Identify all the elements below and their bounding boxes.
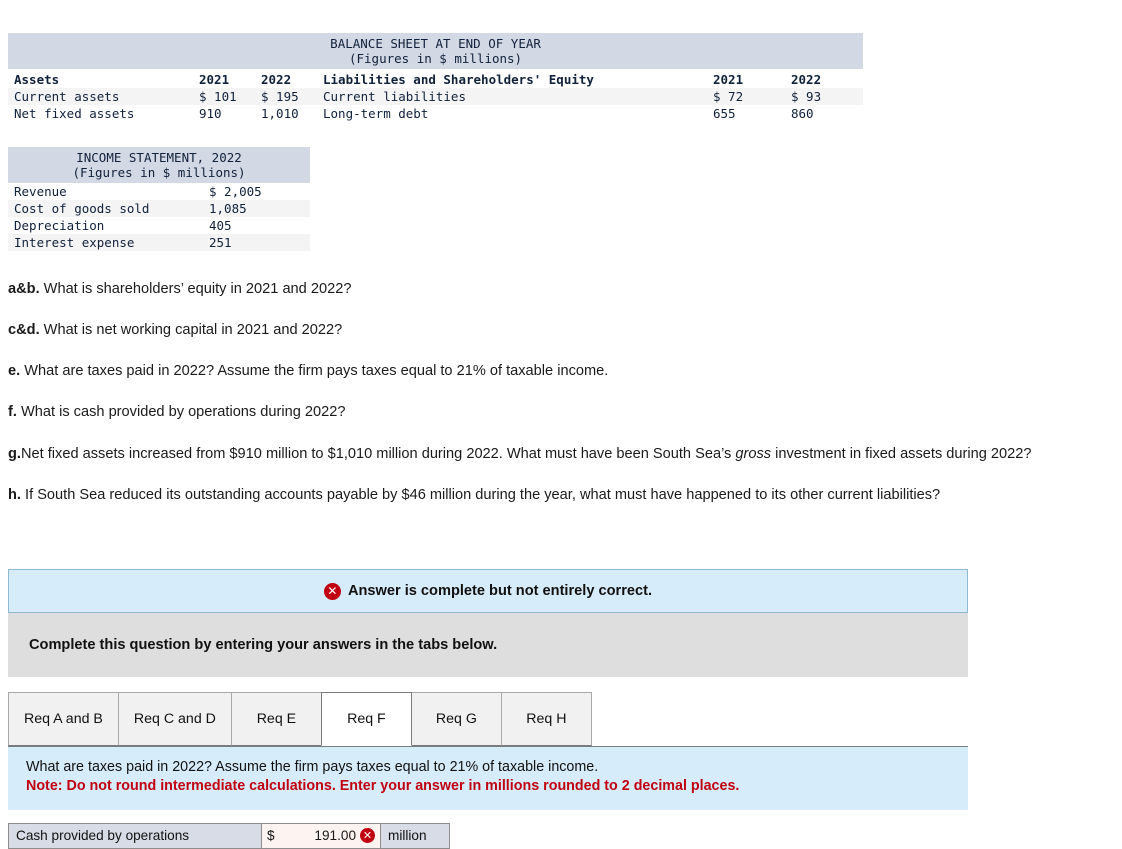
column-header-assets: Assets <box>8 69 193 88</box>
balance-sheet-table: BALANCE SHEET AT END OF YEAR (Figures in… <box>8 33 864 122</box>
tab-label: Req G <box>435 711 477 727</box>
question-text-g-tail: investment in fixed assets during 2022? <box>771 445 1032 462</box>
question-prompt: What are taxes paid in 2022? Assume the … <box>8 747 968 810</box>
row-label-revenue: Revenue <box>8 183 203 200</box>
prompt-note-text: Note: Do not round intermediate calculat… <box>26 778 740 795</box>
income-statement-subtitle-row: (Figures in $ millions) <box>8 165 311 183</box>
question-marker-g: g. <box>8 445 21 462</box>
column-header-liab-2021: 2021 <box>707 69 785 88</box>
cell-long-term-debt-2021: 655 <box>707 105 785 122</box>
status-banner: ✕ Answer is complete but not entirely co… <box>8 569 968 613</box>
row-label-depreciation: Depreciation <box>8 217 203 234</box>
cell-current-assets-2022: $ 195 <box>255 88 317 105</box>
cell-net-fixed-assets-2021: 910 <box>193 105 255 122</box>
question-item-e: e. What are taxes paid in 2022? Assume t… <box>8 362 1083 381</box>
question-marker-e: e. <box>8 363 21 380</box>
cell-revenue-value: $ 2,005 <box>203 183 311 200</box>
tab-label: Req F <box>347 711 386 727</box>
question-item-f: f. What is cash provided by operations d… <box>8 403 1083 422</box>
tab-label: Req A and B <box>24 711 103 727</box>
tab-label: Req E <box>256 711 297 727</box>
cell-current-liabilities-2021: $ 72 <box>707 88 785 105</box>
question-item-ab: a&b. What is shareholders’ equity in 202… <box>8 280 1083 299</box>
income-statement-title-row: INCOME STATEMENT, 2022 <box>8 147 311 165</box>
answer-value-wrap: 191.00 ✕ <box>314 828 375 844</box>
question-text-cd: What is net working capital in 2021 and … <box>39 321 343 338</box>
row-label-cost-of-goods-sold: Cost of goods sold <box>8 200 203 217</box>
income-statement-subtitle: (Figures in $ millions) <box>8 165 311 183</box>
answer-input-cell[interactable]: $ 191.00 ✕ <box>261 823 381 848</box>
balance-sheet-title-row: BALANCE SHEET AT END OF YEAR <box>8 33 864 51</box>
table-row: Current assets $ 101 $ 195 Current liabi… <box>8 88 864 105</box>
prompt-main-text: What are taxes paid in 2022? Assume the … <box>26 759 599 775</box>
answer-value[interactable]: 191.00 <box>314 828 356 843</box>
question-item-h: h. If South Sea reduced its outstanding … <box>8 486 1083 505</box>
tab-req-h[interactable]: Req H <box>500 692 592 746</box>
question-marker-f: f. <box>8 404 17 421</box>
question-marker-h: h. <box>8 486 21 503</box>
tab-req-g[interactable]: Req G <box>410 692 502 746</box>
balance-sheet-subtitle: (Figures in $ millions) <box>8 51 864 69</box>
cell-long-term-debt-2022: 860 <box>785 105 864 122</box>
requirement-tabs: Req A and B Req C and D Req E Req F Req … <box>8 692 968 747</box>
table-row: Revenue $ 2,005 <box>8 183 311 200</box>
answer-input-row: Cash provided by operations $ 191.00 ✕ m… <box>8 822 450 849</box>
column-header-assets-2022: 2022 <box>255 69 317 88</box>
question-item-cd: c&d. What is net working capital in 2021… <box>8 321 1083 340</box>
question-text-h: If South Sea reduced its outstanding acc… <box>20 486 941 503</box>
column-header-liabilities: Liabilities and Shareholders' Equity <box>317 69 707 88</box>
currency-symbol: $ <box>267 828 275 844</box>
tab-label: Req C and D <box>133 711 216 727</box>
question-marker-cd: c&d. <box>8 321 40 338</box>
cell-cost-of-goods-sold-value: 1,085 <box>203 200 311 217</box>
status-message: Answer is complete but not entirely corr… <box>347 583 653 599</box>
cell-current-assets-2021: $ 101 <box>193 88 255 105</box>
column-header-liab-2022: 2022 <box>785 69 864 88</box>
answer-panel: ✕ Answer is complete but not entirely co… <box>8 569 968 849</box>
question-marker-ab: a&b. <box>8 280 40 297</box>
question-item-g: g.Net fixed assets increased from $910 m… <box>8 445 1083 464</box>
tab-req-e[interactable]: Req E <box>230 692 322 746</box>
row-label-interest-expense: Interest expense <box>8 234 203 251</box>
instructions-text: Complete this question by entering your … <box>29 637 498 653</box>
cell-depreciation-value: 405 <box>203 217 311 234</box>
question-text-ab: What is shareholders’ equity in 2021 and… <box>39 280 352 297</box>
table-row: Interest expense 251 <box>8 234 311 251</box>
answer-label: Cash provided by operations <box>9 823 261 848</box>
cell-net-fixed-assets-2022: 1,010 <box>255 105 317 122</box>
tab-req-f[interactable]: Req F <box>320 692 412 746</box>
cell-interest-expense-value: 251 <box>203 234 311 251</box>
question-text-f: What is cash provided by operations duri… <box>16 404 346 421</box>
question-emphasis-g: gross <box>735 445 772 462</box>
income-statement-title: INCOME STATEMENT, 2022 <box>8 147 311 165</box>
cell-current-liabilities-2022: $ 93 <box>785 88 864 105</box>
tab-req-c-and-d[interactable]: Req C and D <box>117 692 232 746</box>
income-statement-table: INCOME STATEMENT, 2022 (Figures in $ mil… <box>8 147 311 251</box>
table-row: Cost of goods sold 1,085 <box>8 200 311 217</box>
balance-sheet-subtitle-row: (Figures in $ millions) <box>8 51 864 69</box>
question-text-e: What are taxes paid in 2022? Assume the … <box>20 363 609 380</box>
incorrect-x-icon: ✕ <box>360 828 375 844</box>
table-row: Net fixed assets 910 1,010 Long-term deb… <box>8 105 864 122</box>
row-label-current-assets: Current assets <box>8 88 193 105</box>
instructions-bar: Complete this question by entering your … <box>8 613 968 677</box>
column-header-assets-2021: 2021 <box>193 69 255 88</box>
error-x-icon: ✕ <box>323 582 341 600</box>
table-row: Depreciation 405 <box>8 217 311 234</box>
tab-req-a-and-b[interactable]: Req A and B <box>8 692 119 746</box>
answer-unit: million <box>381 823 449 848</box>
row-label-long-term-debt: Long-term debt <box>317 105 707 122</box>
balance-sheet-title: BALANCE SHEET AT END OF YEAR <box>8 33 864 51</box>
row-label-current-liabilities: Current liabilities <box>317 88 707 105</box>
question-list: a&b. What is shareholders’ equity in 202… <box>8 265 1083 505</box>
balance-sheet-header-row: Assets 2021 2022 Liabilities and Shareho… <box>8 69 864 88</box>
row-label-net-fixed-assets: Net fixed assets <box>8 105 193 122</box>
tab-label: Req H <box>526 711 567 727</box>
question-text-g: Net fixed assets increased from $910 mil… <box>20 445 736 462</box>
